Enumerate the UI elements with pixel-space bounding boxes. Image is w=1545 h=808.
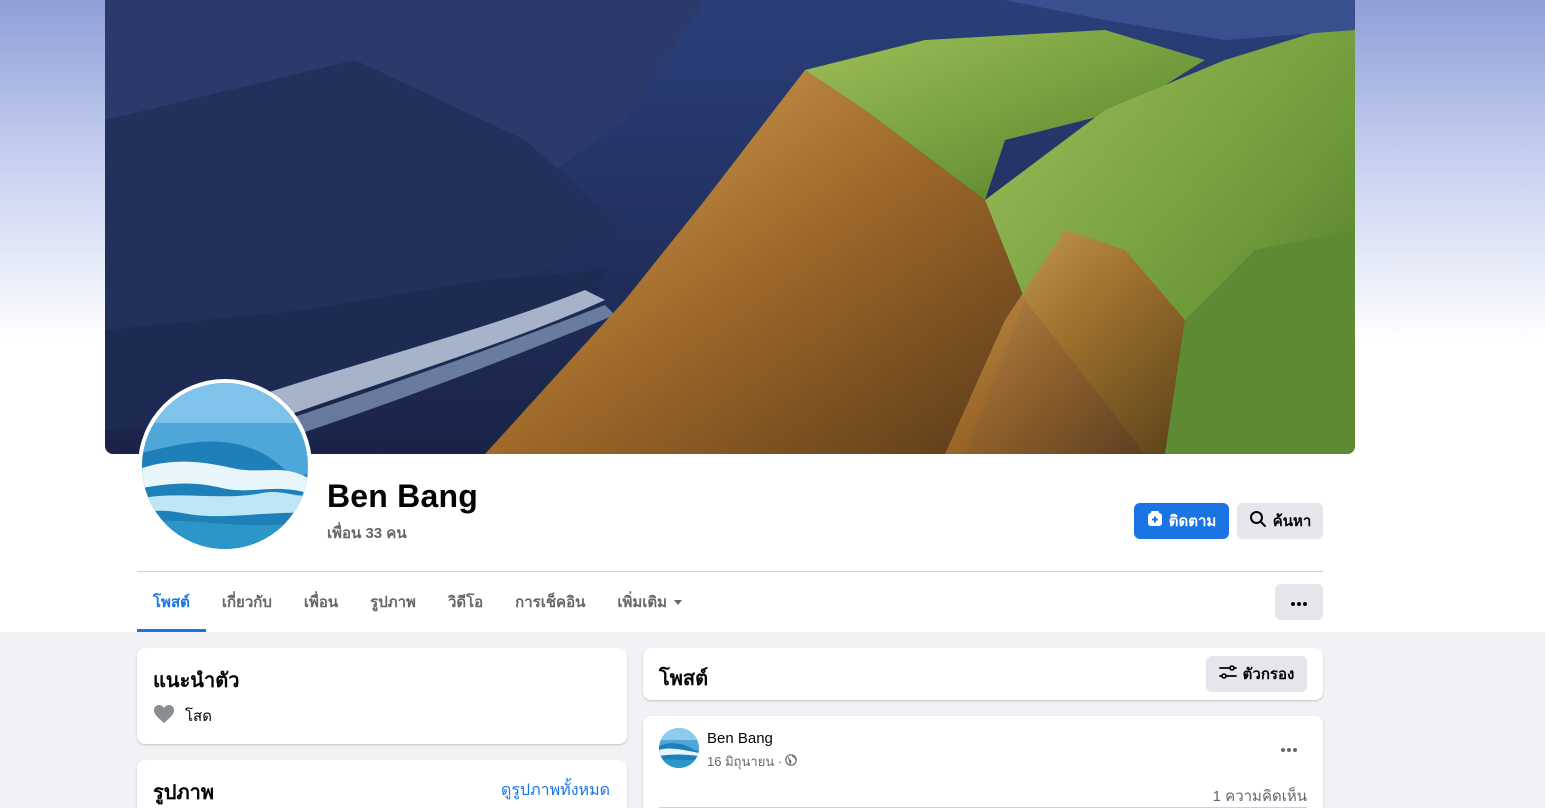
comment-count[interactable]: 1 ความคิดเห็น xyxy=(1213,784,1307,808)
globe-icon xyxy=(785,754,797,769)
profile-name: Ben Bang xyxy=(327,478,478,514)
profile-avatar[interactable] xyxy=(138,379,312,553)
post-options-button[interactable] xyxy=(1271,730,1307,766)
cover-landscape-image xyxy=(105,0,1355,454)
tab-about[interactable]: เกี่ยวกับ xyxy=(206,572,288,632)
post-card: Ben Bang 16 มิถุนายน · 1 ความคิดเห็น xyxy=(643,716,1323,808)
intro-card: แนะนำตัว โสด xyxy=(137,648,627,744)
follow-plus-icon xyxy=(1147,511,1163,531)
tab-label: เพื่อน xyxy=(303,594,339,611)
tab-label: โพสต์ xyxy=(153,594,190,611)
tab-posts[interactable]: โพสต์ xyxy=(137,572,206,632)
more-horizontal-icon xyxy=(1291,593,1307,611)
tab-friends[interactable]: เพื่อน xyxy=(288,572,354,632)
caret-down-icon xyxy=(673,594,683,611)
tab-videos[interactable]: วิดีโอ xyxy=(432,572,499,632)
relationship-item: โสด xyxy=(153,704,212,728)
more-horizontal-icon xyxy=(1281,739,1297,757)
cover-photo[interactable] xyxy=(105,0,1355,454)
tab-label: วิดีโอ xyxy=(447,594,484,611)
follow-button[interactable]: ติดตาม xyxy=(1134,503,1229,539)
see-all-photos-link[interactable]: ดูรูปภาพทั้งหมด xyxy=(501,778,610,803)
filter-button[interactable]: ตัวกรอง xyxy=(1206,656,1307,692)
photos-card: รูปภาพ ดูรูปภาพทั้งหมด xyxy=(137,760,627,808)
search-icon xyxy=(1249,510,1267,532)
photos-title: รูปภาพ xyxy=(153,782,215,804)
tab-photos[interactable]: รูปภาพ xyxy=(354,572,432,632)
intro-title: แนะนำตัว xyxy=(153,670,240,692)
post-author-avatar[interactable] xyxy=(659,728,699,768)
filter-label: ตัวกรอง xyxy=(1242,666,1295,683)
tab-more[interactable]: เพิ่มเติม xyxy=(601,572,699,632)
follow-label: ติดตาม xyxy=(1168,513,1217,530)
filter-sliders-icon xyxy=(1218,664,1237,684)
posts-title: โพสต์ xyxy=(659,668,709,690)
search-label: ค้นหา xyxy=(1272,513,1312,530)
profile-tabs: โพสต์ เกี่ยวกับ เพื่อน รูปภาพ วิดีโอ การ… xyxy=(137,572,699,632)
tab-checkins[interactable]: การเช็คอิน xyxy=(499,572,601,632)
ocean-wave-avatar-image xyxy=(142,383,308,549)
profile-more-options-button[interactable] xyxy=(1275,584,1323,620)
posts-header-card: โพสต์ ตัวกรอง xyxy=(643,648,1323,700)
friend-count[interactable]: เพื่อน 33 คน xyxy=(327,521,407,545)
relationship-status: โสด xyxy=(185,708,212,725)
search-button[interactable]: ค้นหา xyxy=(1237,503,1323,539)
tab-label: เพิ่มเติม xyxy=(617,594,668,611)
post-date-text: 16 มิถุนายน · xyxy=(707,754,783,769)
tab-label: รูปภาพ xyxy=(370,594,416,611)
post-author-name[interactable]: Ben Bang xyxy=(707,730,773,747)
tab-label: การเช็คอิน xyxy=(515,594,586,611)
tab-label: เกี่ยวกับ xyxy=(221,594,272,611)
post-timestamp[interactable]: 16 มิถุนายน · xyxy=(707,751,797,772)
heart-icon xyxy=(153,704,175,728)
